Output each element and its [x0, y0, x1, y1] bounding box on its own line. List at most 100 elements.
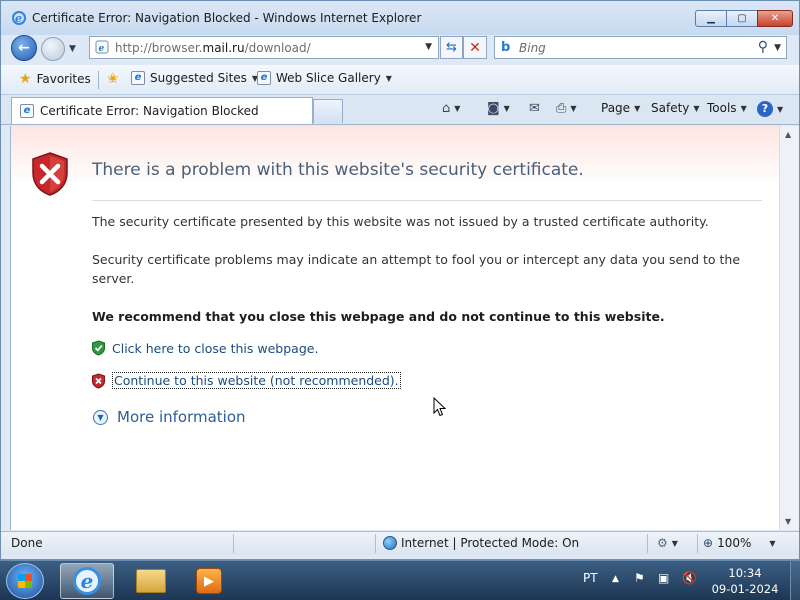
search-dropdown-icon[interactable]: ▼	[774, 43, 781, 53]
network-icon[interactable]: ▣	[658, 571, 669, 585]
bing-icon: b	[501, 40, 511, 55]
scroll-down-icon[interactable]: ▼	[785, 517, 791, 526]
zoom-control[interactable]: ⊕ 100% ▼	[703, 536, 776, 550]
rss-icon: ◙	[487, 101, 500, 116]
taskbar-internet-explorer[interactable]: e	[60, 563, 114, 599]
search-icon[interactable]: ⚲	[758, 39, 768, 55]
chevron-down-icon: ▼	[385, 73, 392, 83]
chevron-down-icon: ▼	[777, 104, 784, 114]
more-information-toggle[interactable]: ▼ More information	[93, 408, 246, 426]
taskbar-windows-explorer[interactable]	[124, 563, 178, 599]
tools-menu-label: Tools	[707, 101, 737, 115]
favorite-item-suggested-sites[interactable]: e Suggested Sites ▼	[131, 71, 258, 85]
volume-muted-icon[interactable]: 🔇	[682, 571, 697, 585]
favorites-bar: ★ Favorites ✬ e Suggested Sites ▼ e Web …	[1, 65, 799, 95]
home-icon: ⌂	[442, 101, 451, 116]
page-menu[interactable]: Page ▼	[601, 101, 640, 115]
more-information-label: More information	[117, 408, 246, 426]
back-arrow-icon: ←	[18, 40, 30, 56]
minimize-icon: ▁	[707, 13, 715, 24]
ie-page-icon: e	[257, 71, 271, 85]
recommendation-text: We recommend that you close this webpage…	[92, 309, 665, 324]
close-window-button[interactable]: ✕	[757, 10, 793, 27]
continue-to-website-link[interactable]: Continue to this website (not recommende…	[112, 372, 401, 389]
red-shield-icon	[92, 372, 105, 389]
close-webpage-link[interactable]: Click here to close this webpage.	[112, 341, 318, 356]
print-button[interactable]: ⎙ ▼	[556, 101, 577, 116]
new-tab-button[interactable]	[313, 99, 343, 123]
address-bar[interactable]: e http://browser.mail.ru/download/ ▼	[89, 36, 439, 59]
forward-button[interactable]	[41, 37, 65, 61]
help-icon: ?	[757, 101, 773, 117]
tools-menu[interactable]: Tools ▼	[707, 101, 747, 115]
maximize-button[interactable]: ▢	[726, 10, 758, 27]
page-title: There is a problem with this website's s…	[92, 160, 584, 180]
show-desktop-button[interactable]	[790, 561, 800, 600]
clock-time: 10:34	[728, 566, 762, 580]
navigation-bar: ← ▼ e http://browser.mail.ru/download/ ▼…	[1, 33, 799, 63]
favorites-label: Favorites	[36, 72, 91, 86]
security-zone[interactable]: Internet | Protected Mode: On	[383, 536, 579, 550]
clock-date: 09-01-2024	[711, 582, 779, 596]
popup-blocker-button[interactable]: ⚙ ▼	[657, 536, 678, 550]
mouse-cursor-icon	[433, 397, 447, 417]
globe-icon	[383, 536, 397, 550]
close-webpage-row: Click here to close this webpage.	[91, 340, 318, 356]
chevron-down-icon: ▼	[693, 103, 700, 113]
green-shield-icon	[92, 340, 105, 356]
back-button[interactable]: ←	[11, 35, 37, 61]
scroll-up-icon[interactable]: ▲	[785, 130, 791, 139]
media-player-icon: ▶	[196, 568, 222, 594]
stop-button[interactable]: ✕	[463, 36, 487, 59]
input-language[interactable]: PT	[583, 571, 598, 585]
ie-logo-icon: e	[12, 11, 26, 25]
browser-window: e Certificate Error: Navigation Blocked …	[0, 0, 800, 560]
favorites-separator	[98, 71, 99, 89]
vertical-scrollbar[interactable]: ▲ ▼	[779, 126, 799, 530]
chevron-down-icon: ▼	[769, 538, 776, 548]
title-bar: e Certificate Error: Navigation Blocked …	[1, 1, 799, 35]
chevron-down-icon: ▼	[671, 538, 678, 548]
folder-icon	[136, 569, 166, 593]
refresh-button[interactable]: ⇆	[440, 36, 463, 59]
refresh-icon: ⇆	[446, 40, 457, 55]
ie-page-icon: e	[131, 71, 145, 85]
favorite-item-web-slice-gallery[interactable]: e Web Slice Gallery ▼	[257, 71, 392, 85]
zoom-level: 100%	[717, 536, 752, 550]
page-content: There is a problem with this website's s…	[10, 126, 780, 530]
search-box[interactable]: b Bing ⚲ ▼	[494, 36, 787, 59]
home-button[interactable]: ⌂ ▼	[442, 101, 460, 116]
stop-icon: ✕	[469, 39, 481, 56]
chevron-down-icon: ▼	[454, 104, 461, 113]
safety-menu-label: Safety	[651, 101, 690, 115]
chevron-down-icon: ▼	[570, 104, 577, 113]
tab-certificate-error[interactable]: e Certificate Error: Navigation Blocked	[11, 97, 313, 124]
taskbar-media-player[interactable]: ▶	[182, 563, 236, 599]
mail-icon: ✉	[529, 101, 540, 116]
action-center-flag-icon[interactable]: ⚑	[634, 571, 645, 585]
continue-website-row: Continue to this website (not recommende…	[91, 372, 401, 389]
chevron-down-icon: ▼	[634, 103, 641, 113]
recent-pages-dropdown-icon[interactable]: ▼	[69, 44, 76, 54]
gear-icon: ⚙	[657, 536, 668, 550]
system-clock[interactable]: 10:34 09-01-2024	[705, 565, 785, 597]
url-text[interactable]: http://browser.mail.ru/download/	[115, 41, 311, 55]
status-text: Done	[11, 536, 43, 550]
tab-bar: e Certificate Error: Navigation Blocked …	[1, 95, 799, 125]
minimize-button[interactable]: ▁	[695, 10, 727, 27]
add-to-favorites-bar-button[interactable]: ✬	[107, 71, 119, 87]
svg-text:e: e	[99, 44, 105, 54]
zoom-icon: ⊕	[703, 536, 714, 550]
svg-text:e: e	[15, 12, 22, 25]
url-prefix: http://browser.	[115, 41, 203, 55]
safety-menu[interactable]: Safety ▼	[651, 101, 700, 115]
read-mail-button[interactable]: ✉	[529, 101, 540, 116]
show-hidden-icons-button[interactable]: ▲	[612, 574, 619, 584]
help-button[interactable]: ? ▼	[757, 101, 783, 117]
favorite-item-label: Web Slice Gallery	[276, 71, 381, 85]
address-dropdown-icon[interactable]: ▼	[425, 42, 432, 52]
favorites-button[interactable]: ★ Favorites	[19, 71, 91, 87]
start-button[interactable]	[6, 563, 44, 599]
feeds-button[interactable]: ◙ ▼	[487, 101, 510, 116]
url-domain: mail.ru	[202, 41, 245, 55]
